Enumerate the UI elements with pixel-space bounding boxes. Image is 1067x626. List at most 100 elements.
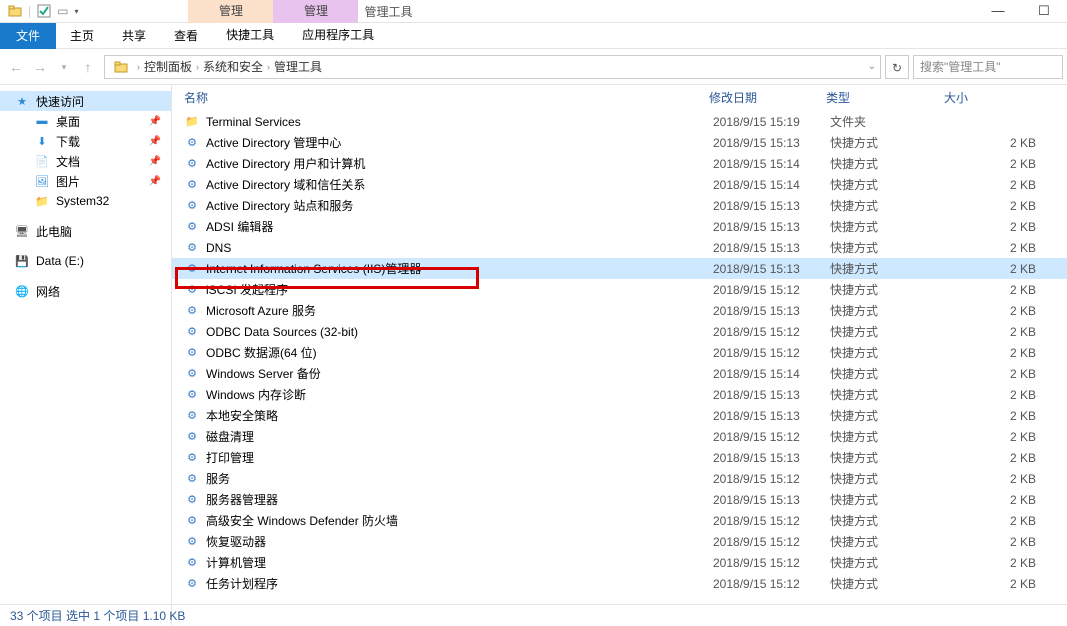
file-row[interactable]: ⚙ODBC 数据源(64 位)2018/9/15 15:12快捷方式2 KB (172, 342, 1067, 363)
ribbon-tab-shortcut-tools[interactable]: 快捷工具 (212, 22, 288, 50)
file-tab[interactable]: 文件 (0, 23, 56, 49)
file-size: 2 KB (948, 346, 1036, 360)
file-date: 2018/9/15 15:14 (713, 157, 830, 171)
file-row[interactable]: ⚙Active Directory 域和信任关系2018/9/15 15:14快… (172, 174, 1067, 195)
breadcrumb-part[interactable]: 管理工具 (274, 58, 322, 75)
forward-button[interactable]: → (28, 55, 52, 79)
file-size: 2 KB (948, 220, 1036, 234)
sidebar-item-downloads[interactable]: ⬇ 下载 📌 (0, 131, 171, 151)
file-size: 2 KB (948, 472, 1036, 486)
file-row[interactable]: ⚙计算机管理2018/9/15 15:12快捷方式2 KB (172, 552, 1067, 573)
ribbon: 文件 主页 共享 查看 快捷工具 应用程序工具 (0, 23, 1067, 49)
sidebar-network[interactable]: 🌐 网络 (0, 281, 171, 301)
breadcrumb-part[interactable]: 控制面板 (144, 58, 192, 75)
breadcrumb-chevron-icon[interactable]: › (267, 62, 270, 72)
file-row[interactable]: ⚙Internet Information Services (IIS)管理器2… (172, 258, 1067, 279)
maximize-button[interactable]: ☐ (1021, 0, 1067, 23)
search-input[interactable]: 搜索"管理工具" (913, 55, 1063, 79)
file-row[interactable]: ⚙Active Directory 用户和计算机2018/9/15 15:14快… (172, 153, 1067, 174)
file-size: 2 KB (948, 577, 1036, 591)
sidebar-item-documents[interactable]: 📄 文档 📌 (0, 151, 171, 171)
file-type: 快捷方式 (830, 281, 948, 298)
sidebar-label: System32 (56, 194, 109, 208)
quick-access-toolbar: | ▭ ▾ (0, 4, 78, 18)
file-type: 快捷方式 (830, 176, 948, 193)
properties-icon[interactable]: ▭ (57, 4, 68, 18)
file-row[interactable]: ⚙本地安全策略2018/9/15 15:13快捷方式2 KB (172, 405, 1067, 426)
pin-icon: 📌 (149, 136, 161, 147)
file-row[interactable]: ⚙ADSI 编辑器2018/9/15 15:13快捷方式2 KB (172, 216, 1067, 237)
shortcut-icon: ⚙ (184, 576, 200, 592)
sidebar-quick-access[interactable]: ★ 快速访问 (0, 91, 171, 111)
sidebar-drive[interactable]: 💾 Data (E:) (0, 251, 171, 271)
breadcrumb-chevron-icon[interactable]: › (196, 62, 199, 72)
sidebar-item-system32[interactable]: 📁 System32 (0, 191, 171, 211)
shortcut-icon: ⚙ (184, 135, 200, 151)
column-header-type[interactable]: 类型 (826, 89, 944, 106)
folder-icon: 📁 (34, 193, 50, 209)
file-row[interactable]: 📁Terminal Services2018/9/15 15:19文件夹 (172, 111, 1067, 132)
file-row[interactable]: ⚙磁盘清理2018/9/15 15:12快捷方式2 KB (172, 426, 1067, 447)
recent-dropdown[interactable]: ▾ (52, 55, 76, 79)
file-type: 快捷方式 (830, 134, 948, 151)
sidebar-label: 快速访问 (36, 93, 84, 110)
file-row[interactable]: ⚙Windows Server 备份2018/9/15 15:14快捷方式2 K… (172, 363, 1067, 384)
file-type: 快捷方式 (830, 155, 948, 172)
file-row[interactable]: ⚙打印管理2018/9/15 15:13快捷方式2 KB (172, 447, 1067, 468)
file-size: 2 KB (948, 535, 1036, 549)
drive-icon: 💾 (14, 253, 30, 269)
file-name: ODBC Data Sources (32-bit) (206, 325, 713, 339)
breadcrumb-chevron-icon[interactable]: › (137, 62, 140, 72)
ribbon-context-tabs: 管理 管理 (188, 0, 358, 23)
address-bar[interactable]: › 控制面板 › 系统和安全 › 管理工具 ⌄ (104, 55, 881, 79)
minimize-button[interactable]: — (975, 0, 1021, 23)
ribbon-tab-share[interactable]: 共享 (108, 23, 160, 49)
file-row[interactable]: ⚙Active Directory 管理中心2018/9/15 15:13快捷方… (172, 132, 1067, 153)
file-row[interactable]: ⚙任务计划程序2018/9/15 15:12快捷方式2 KB (172, 573, 1067, 594)
file-row[interactable]: ⚙iSCSI 发起程序2018/9/15 15:12快捷方式2 KB (172, 279, 1067, 300)
tab-manage-1[interactable]: 管理 (188, 0, 273, 23)
back-button[interactable]: ← (4, 55, 28, 79)
file-type: 快捷方式 (830, 575, 948, 592)
sidebar-label: Data (E:) (36, 254, 84, 268)
ribbon-tab-app-tools[interactable]: 应用程序工具 (288, 22, 388, 50)
file-row[interactable]: ⚙高级安全 Windows Defender 防火墙2018/9/15 15:1… (172, 510, 1067, 531)
file-row[interactable]: ⚙ODBC Data Sources (32-bit)2018/9/15 15:… (172, 321, 1067, 342)
shortcut-icon: ⚙ (184, 261, 200, 277)
file-type: 快捷方式 (830, 365, 948, 382)
folder-icon (111, 57, 131, 77)
file-row[interactable]: ⚙DNS2018/9/15 15:13快捷方式2 KB (172, 237, 1067, 258)
sidebar-item-desktop[interactable]: ▬ 桌面 📌 (0, 111, 171, 131)
breadcrumb-part[interactable]: 系统和安全 (203, 58, 263, 75)
qat-dropdown-icon[interactable]: ▾ (74, 7, 78, 16)
address-dropdown-icon[interactable]: ⌄ (868, 61, 876, 72)
file-row[interactable]: ⚙服务2018/9/15 15:12快捷方式2 KB (172, 468, 1067, 489)
refresh-button[interactable]: ↻ (885, 55, 909, 79)
shortcut-icon: ⚙ (184, 198, 200, 214)
shortcut-icon: ⚙ (184, 513, 200, 529)
file-row[interactable]: ⚙恢复驱动器2018/9/15 15:12快捷方式2 KB (172, 531, 1067, 552)
file-type: 快捷方式 (830, 344, 948, 361)
shortcut-icon: ⚙ (184, 345, 200, 361)
up-button[interactable]: ↑ (76, 55, 100, 79)
file-type: 快捷方式 (830, 323, 948, 340)
file-name: Active Directory 域和信任关系 (206, 176, 713, 193)
checkbox-icon[interactable] (37, 4, 51, 18)
file-row[interactable]: ⚙服务器管理器2018/9/15 15:13快捷方式2 KB (172, 489, 1067, 510)
column-header-name[interactable]: 名称 (184, 89, 709, 106)
file-type: 快捷方式 (830, 260, 948, 277)
sidebar-this-pc[interactable]: 🖥 此电脑 (0, 221, 171, 241)
file-type: 快捷方式 (830, 470, 948, 487)
tab-manage-2[interactable]: 管理 (273, 0, 358, 23)
sidebar-item-pictures[interactable]: 🖼 图片 📌 (0, 171, 171, 191)
file-row[interactable]: ⚙Microsoft Azure 服务2018/9/15 15:13快捷方式2 … (172, 300, 1067, 321)
column-header-size[interactable]: 大小 (944, 89, 1044, 106)
file-date: 2018/9/15 15:12 (713, 472, 830, 486)
ribbon-tab-view[interactable]: 查看 (160, 23, 212, 49)
file-row[interactable]: ⚙Active Directory 站点和服务2018/9/15 15:13快捷… (172, 195, 1067, 216)
file-row[interactable]: ⚙Windows 内存诊断2018/9/15 15:13快捷方式2 KB (172, 384, 1067, 405)
file-date: 2018/9/15 15:12 (713, 535, 830, 549)
star-icon: ★ (14, 93, 30, 109)
ribbon-tab-home[interactable]: 主页 (56, 23, 108, 49)
column-header-date[interactable]: 修改日期 (709, 89, 826, 106)
